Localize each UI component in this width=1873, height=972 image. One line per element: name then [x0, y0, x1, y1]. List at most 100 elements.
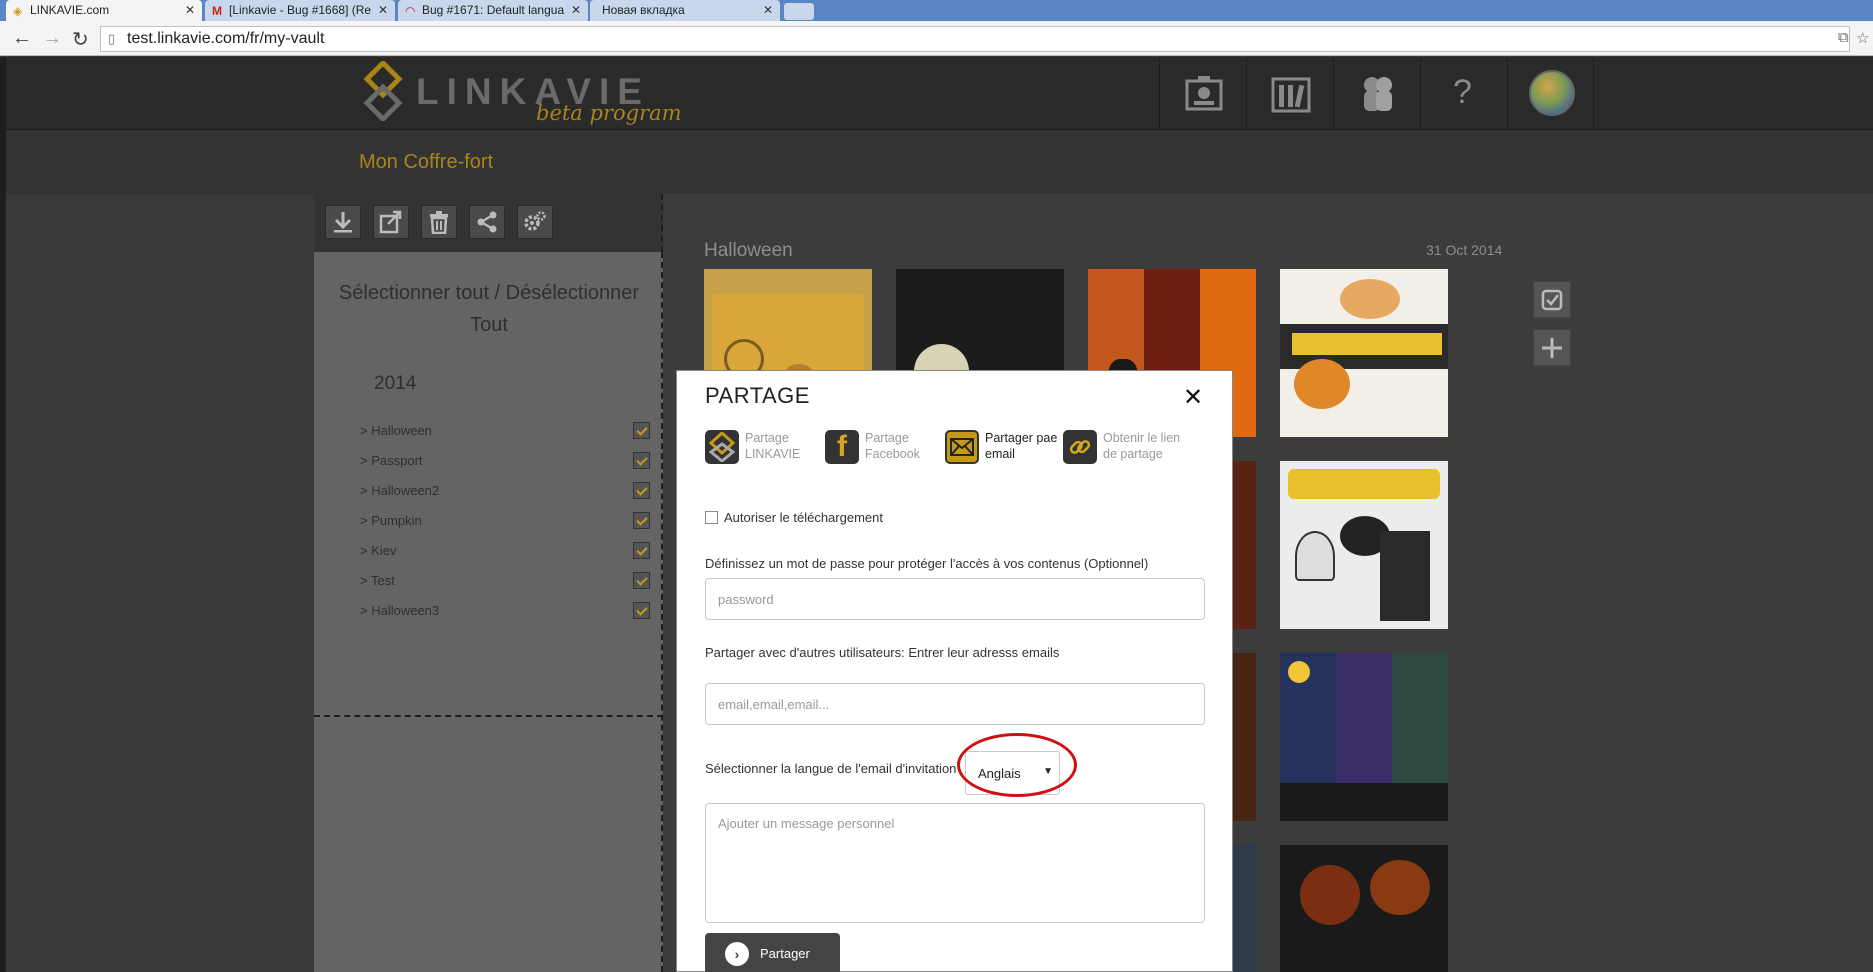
nav-profile-button[interactable]: [1507, 57, 1594, 130]
share-option-label: Obtenir le lien de partage: [1103, 431, 1181, 461]
gmail-icon: M: [212, 4, 222, 18]
submit-share-button[interactable]: › Partager: [705, 933, 840, 972]
tab-linkavie[interactable]: ◈ LINKAVIE.com ✕: [6, 0, 202, 21]
album-checkbox[interactable]: [633, 452, 650, 469]
tab-title: Bug #1671: Default langua: [422, 3, 565, 17]
album-item-pumpkin[interactable]: > Pumpkin: [360, 510, 650, 532]
download-button[interactable]: [325, 205, 361, 239]
chevron-right-icon: ›: [725, 942, 749, 966]
share-option-label: Partager pae email: [985, 431, 1058, 461]
address-bar[interactable]: ▯ test.linkavie.com/fr/my-vault: [100, 26, 1850, 52]
email-icon: [945, 430, 979, 464]
close-icon[interactable]: ✕: [1183, 383, 1203, 412]
plus-icon: [1542, 337, 1562, 358]
album-checkbox[interactable]: [633, 602, 650, 619]
album-actions-bar: [314, 194, 663, 252]
new-tab-button[interactable]: [784, 3, 814, 20]
tab-gmail[interactable]: M [Linkavie - Bug #1668] (Re ✕: [205, 0, 395, 21]
password-placeholder: password: [718, 592, 774, 607]
album-date: 31 Oct 2014: [1426, 242, 1503, 258]
page-action-icon[interactable]: ⧉: [1838, 29, 1849, 46]
select-all-link[interactable]: Sélectionner tout / Désélectionner Tout: [334, 277, 644, 341]
album-item-halloween2[interactable]: > Halloween2: [360, 480, 650, 502]
photo-thumbnail[interactable]: [1280, 845, 1448, 972]
close-tab-icon[interactable]: ✕: [571, 3, 581, 17]
tab-title: [Linkavie - Bug #1668] (Re: [229, 3, 372, 17]
share-option-link[interactable]: Obtenir le lien de partage: [1063, 430, 1183, 490]
avatar: [1529, 70, 1575, 116]
share-option-email[interactable]: Partager pae email: [945, 430, 1060, 490]
library-icon: [1271, 77, 1311, 113]
share-button[interactable]: [469, 205, 505, 239]
close-tab-icon[interactable]: ✕: [763, 3, 773, 17]
share-option-label: Partage LINKAVIE: [745, 431, 801, 461]
album-item-halloween[interactable]: > Halloween: [360, 420, 650, 442]
album-checkbox[interactable]: [633, 542, 650, 559]
reload-icon[interactable]: ↻: [72, 27, 89, 52]
album-item-kiev[interactable]: > Kiev: [360, 540, 650, 562]
linkavie-share-icon: [705, 430, 739, 464]
download-icon: [334, 212, 352, 233]
emails-field[interactable]: email,email,email...: [705, 683, 1205, 725]
password-field[interactable]: password: [705, 578, 1205, 620]
logo-subtitle: beta program: [536, 101, 682, 125]
trash-icon: [430, 211, 448, 234]
site-header: LINKAVIE beta program ?: [6, 57, 1873, 130]
emails-label: Partager avec d'autres utilisateurs: Ent…: [705, 645, 1060, 660]
page-title: Mon Coffre-fort: [359, 151, 494, 173]
left-edge: [0, 57, 6, 972]
share-option-linkavie[interactable]: Partage LINKAVIE: [705, 430, 815, 490]
close-tab-icon[interactable]: ✕: [378, 3, 388, 17]
people-icon: [1364, 77, 1392, 111]
share-icon: [477, 211, 497, 233]
select-mode-button[interactable]: [1533, 281, 1571, 318]
nav-library-button[interactable]: [1246, 57, 1333, 130]
album-checkbox[interactable]: [633, 572, 650, 589]
message-textarea[interactable]: Ajouter un message personnel: [705, 803, 1205, 923]
nav-photos-button[interactable]: [1159, 57, 1246, 130]
modal-title: PARTAGE: [705, 383, 810, 408]
back-icon[interactable]: ←: [12, 27, 32, 50]
settings-button[interactable]: [517, 205, 553, 239]
album-checkbox[interactable]: [633, 422, 650, 439]
share-option-facebook[interactable]: f Partage Facebook: [825, 430, 935, 490]
nav-help-button[interactable]: ?: [1420, 57, 1507, 130]
url-text: test.linkavie.com/fr/my-vault: [127, 30, 325, 47]
password-label: Définissez un mot de passe pour protéger…: [705, 556, 1149, 571]
photo-thumbnail[interactable]: [1280, 653, 1448, 821]
allow-download-row[interactable]: Autoriser le téléchargement: [705, 510, 883, 525]
forward-icon[interactable]: →: [42, 27, 62, 50]
export-icon: [379, 210, 402, 234]
album-label: > Passport: [360, 453, 423, 468]
photo-thumbnail[interactable]: [1280, 461, 1448, 629]
delete-button[interactable]: [421, 205, 457, 239]
photo-frame-icon: [1185, 76, 1223, 111]
year-heading[interactable]: 2014: [374, 373, 416, 395]
album-label: > Test: [360, 573, 395, 588]
highlight-annotation: [957, 733, 1077, 797]
divider: [314, 715, 663, 717]
close-tab-icon[interactable]: ✕: [185, 3, 195, 17]
subheader: Mon Coffre-fort: [6, 130, 1873, 194]
submit-label: Partager: [760, 946, 810, 961]
allow-download-checkbox[interactable]: [705, 511, 718, 524]
album-label: > Halloween3: [360, 603, 440, 618]
tab-new[interactable]: Новая вкладка ✕: [590, 0, 780, 21]
tab-redmine[interactable]: ◠ Bug #1671: Default langua ✕: [398, 0, 588, 21]
album-checkbox[interactable]: [633, 482, 650, 499]
linkavie-logo-icon[interactable]: [363, 61, 403, 121]
tab-title: LINKAVIE.com: [30, 3, 110, 17]
nav-people-button[interactable]: [1333, 57, 1420, 130]
album-item-halloween3[interactable]: > Halloween3: [360, 600, 650, 622]
album-list-panel: Sélectionner tout / Désélectionner Tout …: [314, 252, 663, 972]
redmine-icon: ◠: [405, 4, 416, 18]
album-item-test[interactable]: > Test: [360, 570, 650, 592]
export-button[interactable]: [373, 205, 409, 239]
album-item-passport[interactable]: > Passport: [360, 450, 650, 472]
album-label: > Halloween2: [360, 483, 440, 498]
photo-thumbnail[interactable]: [1280, 269, 1448, 437]
album-checkbox[interactable]: [633, 512, 650, 529]
bookmark-star-icon[interactable]: ☆: [1856, 29, 1869, 47]
add-photo-button[interactable]: [1533, 329, 1571, 366]
help-icon: ?: [1453, 73, 1472, 111]
